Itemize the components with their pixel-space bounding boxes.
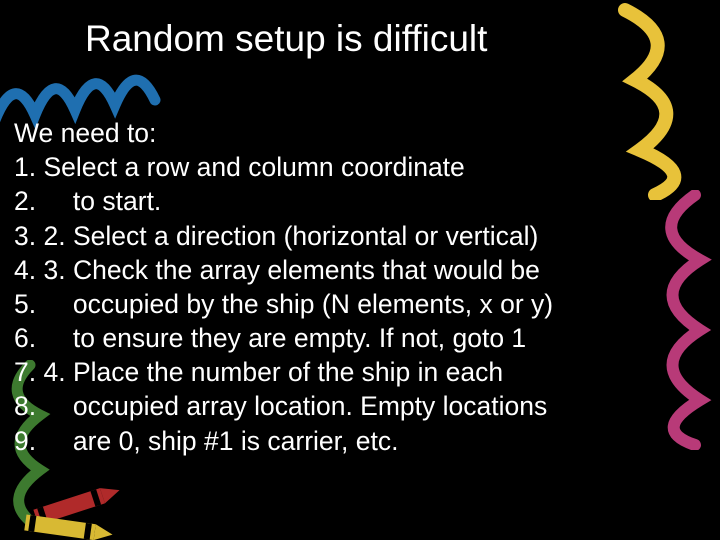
list-item: 6. to ensure they are empty. If not, got… xyxy=(14,321,553,355)
list-item: 1. Select a row and column coordinate xyxy=(14,150,553,184)
list-text: 2. Select a direction (horizontal or ver… xyxy=(43,221,538,251)
list-text: to ensure they are empty. If not, goto 1 xyxy=(43,323,526,353)
list-item: 4. 3. Check the array elements that woul… xyxy=(14,253,553,287)
list-number: 5. xyxy=(14,287,36,321)
crayon-squiggle-magenta xyxy=(635,190,720,450)
list-number: 1. xyxy=(14,150,36,184)
list-text: occupied array location. Empty locations xyxy=(43,391,547,421)
list-number: 3. xyxy=(14,219,36,253)
list-item: 7. 4. Place the number of the ship in ea… xyxy=(14,355,553,389)
list-item: 2. to start. xyxy=(14,184,553,218)
crayon-squiggle-yellow xyxy=(605,0,720,200)
slide-body: We need to: 1. Select a row and column c… xyxy=(14,116,553,458)
list-text: Select a row and column coordinate xyxy=(43,152,464,182)
list-number: 7. xyxy=(14,355,36,389)
list-text: to start. xyxy=(43,186,161,216)
list-item: 8. occupied array location. Empty locati… xyxy=(14,389,553,423)
slide-title: Random setup is difficult xyxy=(85,18,487,60)
list-item: 5. occupied by the ship (N elements, x o… xyxy=(14,287,553,321)
list: 1. Select a row and column coordinate 2.… xyxy=(14,150,553,458)
list-item: 3. 2. Select a direction (horizontal or … xyxy=(14,219,553,253)
list-item: 9. are 0, ship #1 is carrier, etc. xyxy=(14,424,553,458)
list-text: 3. Check the array elements that would b… xyxy=(43,255,539,285)
list-number: 4. xyxy=(14,253,36,287)
slide: Random setup is difficult We need to: 1.… xyxy=(0,0,720,540)
list-number: 9. xyxy=(14,424,36,458)
list-text: occupied by the ship (N elements, x or y… xyxy=(43,289,553,319)
intro-line: We need to: xyxy=(14,116,553,150)
list-text: 4. Place the number of the ship in each xyxy=(43,357,503,387)
list-number: 2. xyxy=(14,184,36,218)
list-text: are 0, ship #1 is carrier, etc. xyxy=(43,426,398,456)
list-number: 6. xyxy=(14,321,36,355)
crayons-icon xyxy=(5,450,155,540)
list-number: 8. xyxy=(14,389,36,423)
